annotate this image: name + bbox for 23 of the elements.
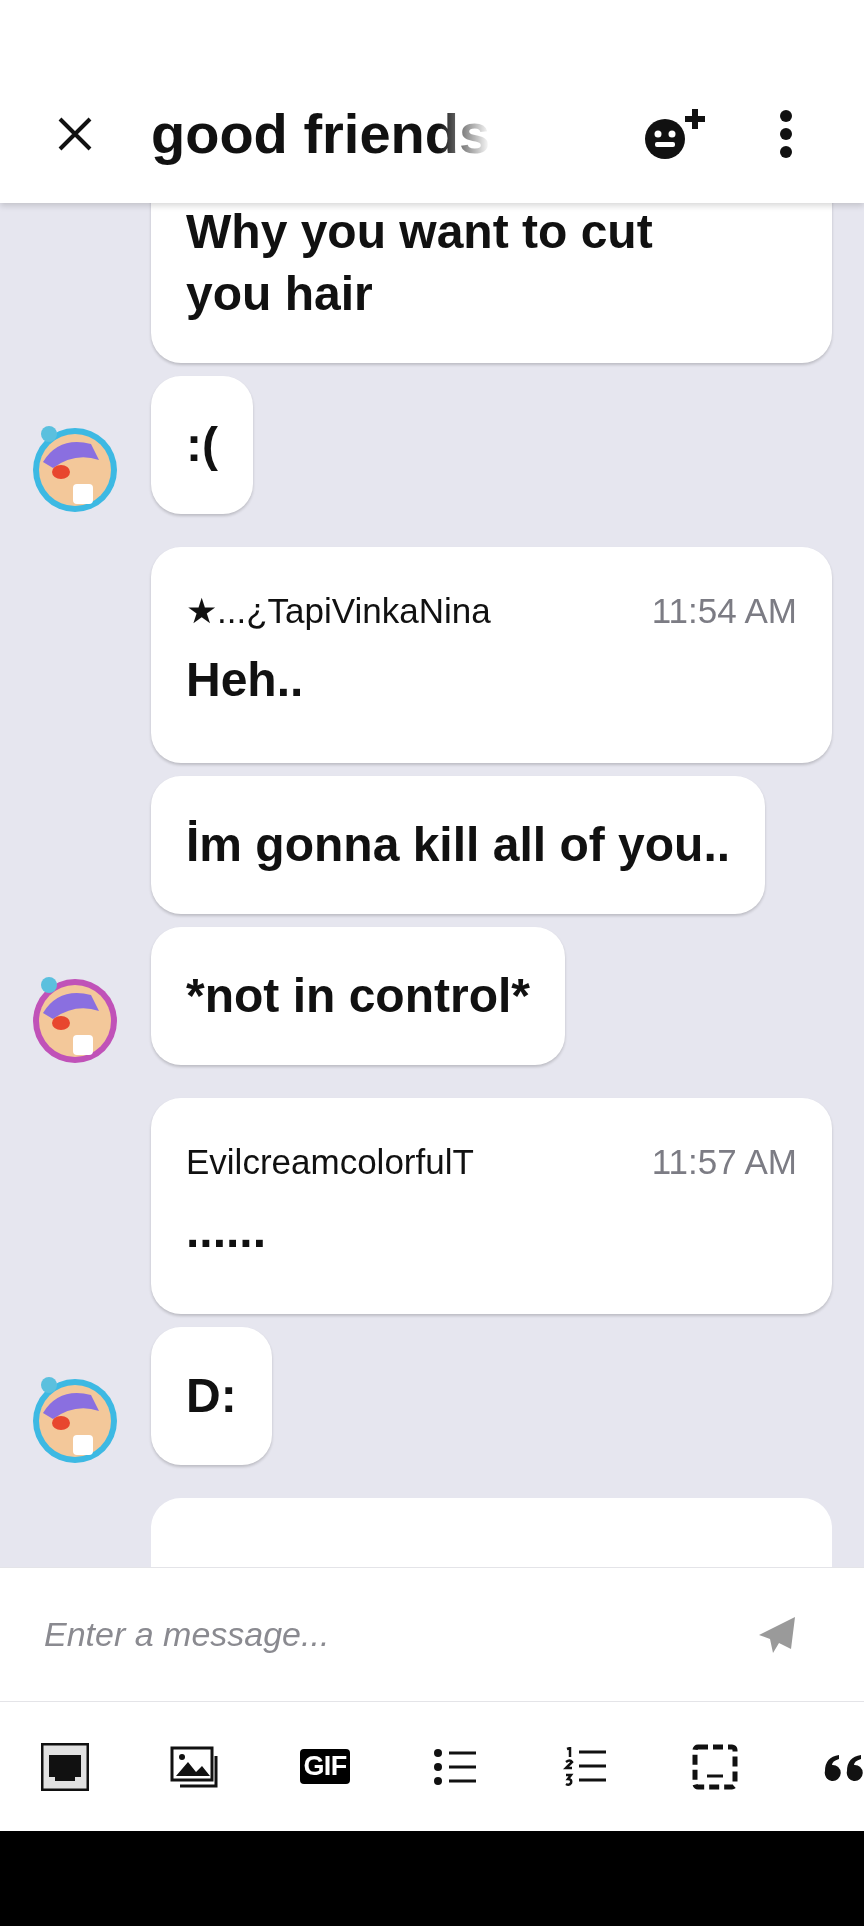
message-text: Heh..	[186, 652, 305, 708]
gif-button[interactable]: GIF	[260, 1702, 390, 1831]
message-text: Why you want to cut you hair	[186, 204, 654, 322]
sender-name: ★...¿TapiVinkaNina	[186, 590, 492, 632]
more-icon	[779, 110, 793, 158]
image-icon	[170, 1745, 220, 1788]
message-input[interactable]: Enter a message...	[44, 1609, 737, 1660]
close-icon	[57, 116, 93, 152]
message-text: ......	[186, 1203, 267, 1259]
sender-name: EvilcreamcolorfulT	[186, 1141, 475, 1183]
quote-icon	[823, 1752, 864, 1781]
numbered-list-icon	[563, 1746, 607, 1787]
message-time: 11:57 AM	[651, 1141, 797, 1183]
message-text: *not in control*	[186, 968, 530, 1024]
message-text: İm gonna kill all of you..	[186, 817, 731, 873]
screen-icon	[41, 1742, 89, 1791]
bullet-list-icon	[433, 1747, 477, 1786]
chat-title: good friends	[151, 101, 491, 167]
message-time: 11:54 AM	[651, 590, 797, 632]
message-text: D:	[186, 1368, 237, 1424]
dashed-frame-icon	[692, 1743, 738, 1790]
send-icon	[757, 1614, 797, 1655]
message-text: :(	[186, 417, 218, 473]
